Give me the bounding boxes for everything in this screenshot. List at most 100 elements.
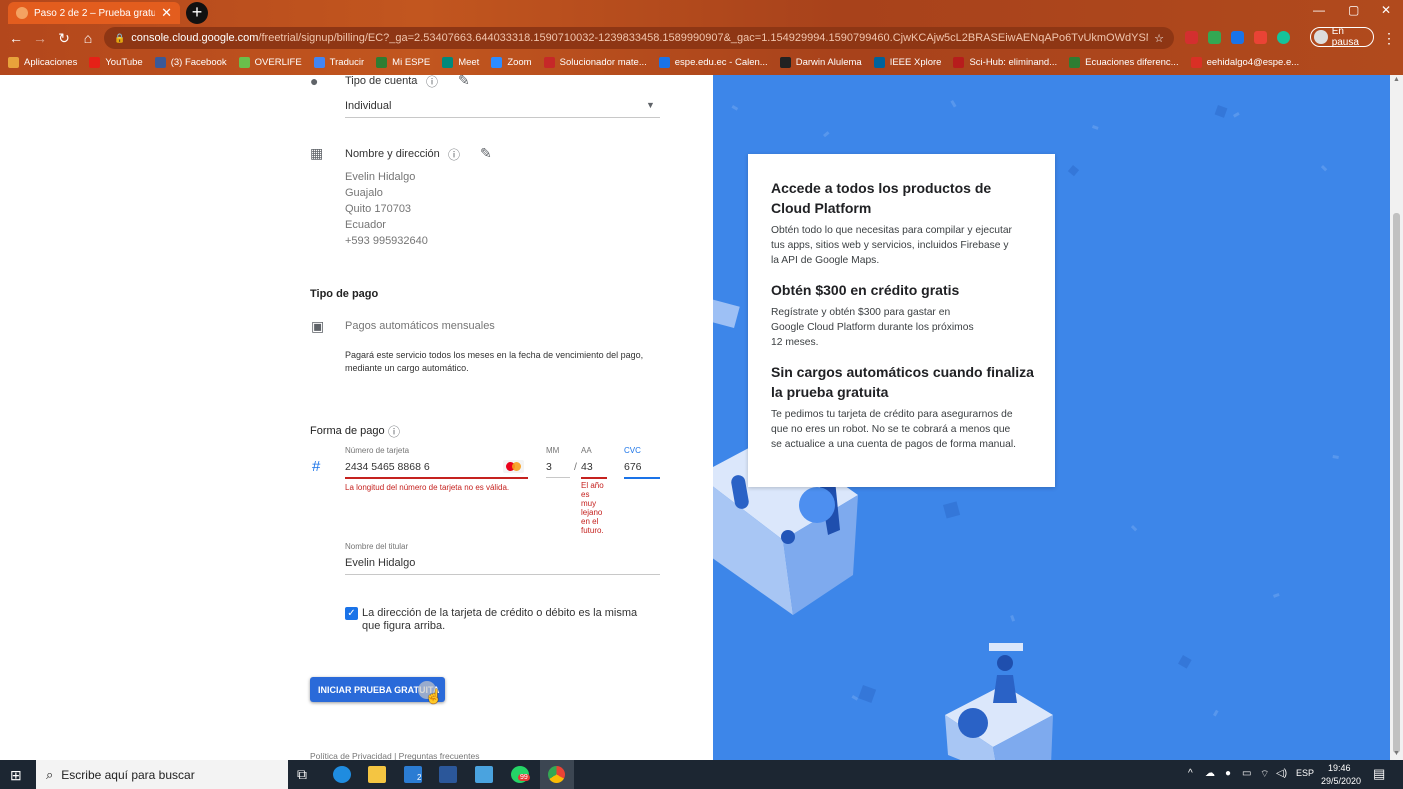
notifications-icon[interactable]: ▤ [1373, 766, 1385, 782]
page-scrollbar[interactable]: ▲ ▼ [1390, 75, 1403, 760]
taskbar-search[interactable]: ⌕ Escribe aquí para buscar [36, 760, 288, 789]
volume-icon[interactable]: ◁) [1276, 768, 1287, 779]
bookmark-favicon-icon [238, 56, 250, 68]
lock-icon: 🔒 [114, 32, 126, 43]
edit-icon[interactable]: ✎ [458, 75, 470, 89]
profile-button[interactable]: En pausa [1310, 26, 1374, 48]
control-panel-icon[interactable] [475, 766, 493, 783]
bookmark-item[interactable]: Meet [442, 56, 479, 68]
windows-taskbar: ⊞ ⌕ Escribe aquí para buscar ⧉ 2 99 ^ ☁ … [0, 760, 1403, 789]
mail-badge: 2 [417, 773, 422, 782]
chevron-down-icon[interactable]: ▼ [646, 100, 655, 110]
file-explorer-icon[interactable] [368, 766, 386, 783]
scroll-up-icon[interactable]: ▲ [1393, 76, 1400, 83]
info-icon[interactable]: ⓘ [426, 75, 438, 90]
bookmark-favicon-icon [873, 56, 885, 68]
bookmark-item[interactable]: (3) Facebook [154, 56, 227, 68]
tab-favicon-icon [16, 7, 28, 19]
account-type-label: Tipo de cuenta [345, 75, 418, 87]
gmail-extension-icon[interactable] [1254, 31, 1267, 44]
bookmark-item[interactable]: IEEE Xplore [873, 56, 941, 68]
account-type-value[interactable]: Individual [345, 100, 391, 112]
search-icon: ⌕ [46, 766, 54, 782]
browser-tab[interactable]: Paso 2 de 2 – Prueba gratuita – C ✕ [8, 2, 180, 24]
clock-time[interactable]: 19:46 [1328, 763, 1351, 773]
bookmark-label: Sci-Hub: eliminand... [969, 56, 1058, 68]
zoom-extension-icon[interactable] [1231, 31, 1244, 44]
word-icon[interactable] [439, 766, 457, 783]
microphone-icon[interactable]: ● [1225, 768, 1231, 779]
card-number-input[interactable]: 2434 5465 8868 6 [345, 461, 430, 473]
footer-links[interactable]: Política de Privacidad | Preguntas frecu… [310, 751, 479, 760]
scroll-down-icon[interactable]: ▼ [1393, 750, 1400, 757]
cvc-input[interactable]: 676 [624, 461, 642, 473]
windows-icon[interactable]: ⊞ [10, 767, 22, 784]
scrollbar-thumb[interactable] [1393, 213, 1400, 753]
bookmark-favicon-icon [89, 56, 101, 68]
aa-error: lejano [581, 508, 603, 517]
promo-heading: Obtén $300 en crédito gratis [771, 282, 960, 298]
network-icon[interactable]: ▭ [1242, 768, 1251, 779]
payment-description: Pagará este servicio todos los meses en … [345, 350, 644, 360]
mm-input[interactable]: 3 [546, 461, 552, 473]
edit-icon[interactable]: ✎ [480, 145, 492, 162]
language-indicator[interactable]: ESP [1296, 768, 1314, 778]
new-tab-button[interactable]: + [186, 2, 208, 24]
cursor-hand-icon: ☝ [425, 688, 443, 704]
bookmark-item[interactable]: Traducir [313, 56, 364, 68]
chrome-taskbar-item[interactable] [540, 760, 574, 789]
info-icon[interactable]: ⓘ [448, 146, 460, 163]
calendar-icon: ▣ [311, 318, 325, 334]
star-icon[interactable]: ☆ [1154, 32, 1164, 45]
bookmark-label: eehidalgo4@espe.e... [1206, 56, 1300, 68]
url-path: /freetrial/signup/billing/EC?_ga=2.53407… [258, 32, 1148, 44]
info-icon[interactable]: ⓘ [388, 423, 400, 440]
tray-chevron-icon[interactable]: ^ [1188, 768, 1193, 779]
payment-type-title: Tipo de pago [310, 288, 379, 300]
back-icon[interactable]: ← [4, 30, 28, 46]
aa-error: muy [581, 499, 597, 508]
menu-kebab-icon[interactable]: ⋮ [1382, 30, 1396, 47]
promo-text: Regístrate y obtén $300 para gastar en [771, 307, 951, 318]
holder-input[interactable]: Evelin Hidalgo [345, 557, 415, 569]
task-view-icon[interactable]: ⧉ [297, 766, 307, 783]
bookmark-label: Darwin Alulema [795, 56, 862, 68]
bookmark-item[interactable]: eehidalgo4@espe.e... [1190, 56, 1300, 68]
avatar [1314, 30, 1328, 44]
bookmark-item[interactable]: Mi ESPE [376, 56, 430, 68]
minimize-icon[interactable]: — [1313, 3, 1325, 17]
forward-icon[interactable]: → [28, 30, 52, 46]
sheets-extension-icon[interactable] [1208, 31, 1221, 44]
bookmark-item[interactable]: Darwin Alulema [779, 56, 862, 68]
grammarly-extension-icon[interactable] [1277, 31, 1290, 44]
mm-underline [546, 477, 570, 478]
aa-input[interactable]: 43 [581, 461, 593, 473]
promo-text: tus apps, sitios web y servicios, inclui… [771, 240, 1009, 251]
close-window-icon[interactable]: ✕ [1381, 3, 1391, 17]
bookmark-item[interactable]: Ecuaciones diferenc... [1069, 56, 1179, 68]
edge-icon[interactable] [333, 766, 351, 783]
bookmark-item[interactable]: OVERLIFE [238, 56, 302, 68]
address-bar[interactable]: 🔒 console.cloud.google.com/freetrial/sig… [104, 27, 1174, 49]
bookmark-item[interactable]: Zoom [491, 56, 532, 68]
name-address-label: Nombre y dirección [345, 148, 440, 160]
chrome-icon [548, 766, 565, 783]
wifi-icon[interactable]: ⌔ [1260, 768, 1269, 781]
maximize-icon[interactable]: ▢ [1348, 3, 1359, 17]
bookmark-item[interactable]: espe.edu.ec - Calen... [658, 56, 768, 68]
clock-date[interactable]: 29/5/2020 [1321, 776, 1361, 786]
checkbox-icon[interactable]: ✓ [345, 607, 358, 620]
home-icon[interactable]: ⌂ [76, 30, 100, 46]
bookmark-item[interactable]: Solucionador mate... [543, 56, 647, 68]
onedrive-icon[interactable]: ☁ [1205, 768, 1215, 779]
bookmark-label: (3) Facebook [170, 56, 227, 68]
bookmark-item[interactable]: Sci-Hub: eliminand... [953, 56, 1058, 68]
bookmark-item[interactable]: Aplicaciones [8, 56, 78, 68]
tab-close-icon[interactable]: ✕ [161, 5, 172, 21]
bookmark-item[interactable]: YouTube [89, 56, 143, 68]
reload-icon[interactable]: ↻ [52, 30, 76, 47]
holder-label: Nombre del titular [345, 542, 409, 551]
pdf-extension-icon[interactable] [1185, 31, 1198, 44]
bookmark-label: Solucionador mate... [559, 56, 647, 68]
bookmark-label: Aplicaciones [24, 56, 78, 68]
